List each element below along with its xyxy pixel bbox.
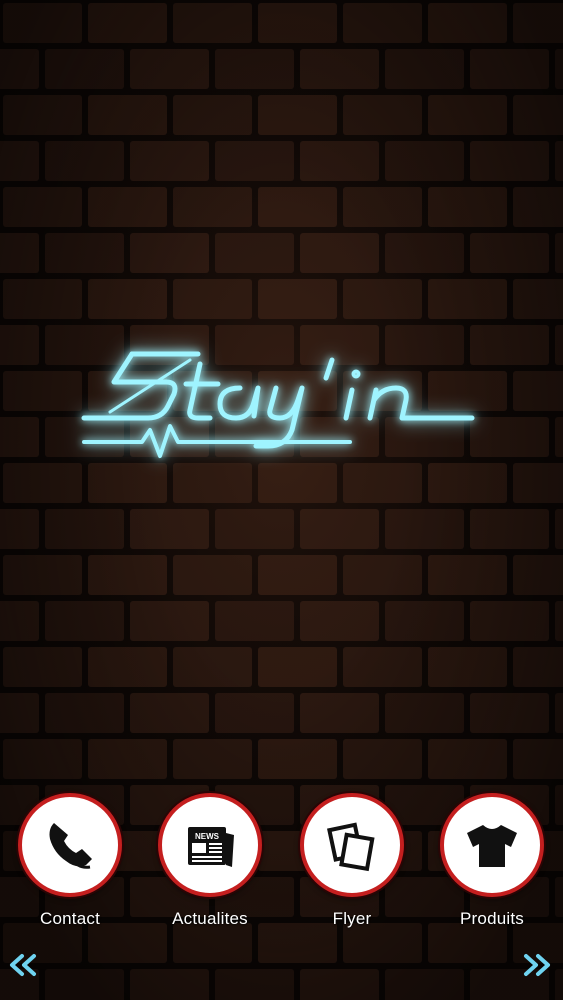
nav-label-produits: Produits — [460, 909, 524, 928]
nav-circle-actualites[interactable]: NEWS — [158, 793, 262, 897]
nav-label-contact: Contact — [40, 909, 100, 928]
nav-item-produits[interactable]: Produits — [432, 793, 552, 929]
newspaper-icon: NEWS — [188, 827, 234, 867]
prev-page-button[interactable] — [8, 953, 38, 977]
nav-item-flyer[interactable]: Flyer — [292, 793, 412, 929]
nav-item-contact[interactable]: Contact — [10, 793, 130, 929]
nav-label-actualites: Actualites — [172, 909, 248, 928]
phone-icon — [49, 823, 92, 869]
double-chevron-right-icon — [524, 954, 550, 976]
nav-circle-flyer[interactable] — [300, 793, 404, 897]
nav-item-actualites[interactable]: NEWS Actualites — [150, 793, 270, 929]
nav-circle-contact[interactable] — [18, 793, 122, 897]
next-page-button[interactable] — [522, 953, 552, 977]
newspaper-icon-text: NEWS — [195, 832, 220, 841]
bottom-nav: Contact NEWS Actualites Flyer Produits — [0, 793, 563, 943]
tshirt-icon — [467, 825, 517, 867]
brand-logo: Stay'in — [70, 330, 490, 480]
double-chevron-left-icon — [10, 954, 36, 976]
neon-logo-graphic — [81, 351, 475, 458]
nav-circle-produits[interactable] — [440, 793, 544, 897]
nav-label-flyer: Flyer — [332, 909, 372, 928]
flyer-icon — [327, 822, 375, 872]
